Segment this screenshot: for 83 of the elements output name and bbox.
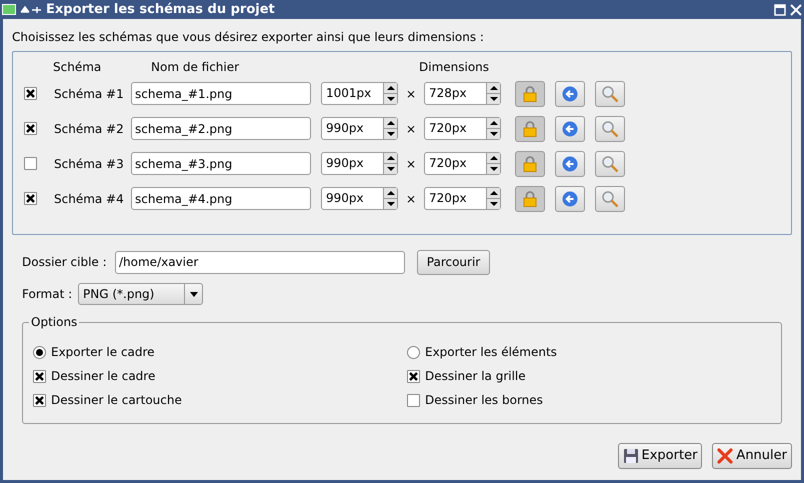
dropdown-arrow-icon [190,292,198,296]
spin-arrows-icon[interactable] [487,83,501,104]
width-spinbox[interactable]: 1001px [321,82,398,105]
lock-button[interactable] [515,80,545,106]
spin-arrows-icon[interactable] [487,153,501,174]
folder-field[interactable]: /home/xavier [115,250,405,274]
spin-arrows-icon[interactable] [384,188,398,209]
spin-arrows-icon[interactable] [384,83,398,104]
filename-field[interactable]: schema_#1.png [131,82,311,105]
reset-button[interactable] [555,186,585,212]
preview-button[interactable] [595,150,625,176]
magnifier-icon [601,154,619,172]
cancel-button[interactable]: Annuler [712,443,792,469]
padlock-icon [523,156,537,172]
schema-label: Schéma #1 [54,86,125,102]
reset-button[interactable] [555,116,585,142]
options-title: Options [29,314,80,330]
radio-button[interactable] [33,346,46,358]
option-label: Dessiner les bornes [425,392,543,409]
cross-icon [717,448,734,464]
height-spinbox[interactable]: 720px [424,187,501,210]
reset-button[interactable] [555,80,585,106]
spin-arrows-icon[interactable] [487,118,501,139]
option-label: Dessiner le cartouche [51,392,182,409]
option-label: Exporter le cadre [51,344,155,361]
preview-button[interactable] [595,80,625,106]
filename-field[interactable]: schema_#3.png [131,152,311,175]
export-button[interactable]: Exporter [618,443,702,469]
checkbox[interactable] [24,87,37,100]
folder-label: Dossier cible : [22,254,108,271]
checkbox[interactable] [407,394,420,406]
instruction-text: Choisissez les schémas que vous désirez exporter ainsi que leurs dimensions : [12,29,485,46]
padlock-icon [523,190,537,206]
height-spinbox[interactable]: 720px [424,152,501,175]
checkbox[interactable] [24,122,37,135]
height-spinbox[interactable]: 728px [424,82,501,105]
app-icon [2,4,16,15]
times-sign: × [404,86,418,102]
filename-field[interactable]: schema_#4.png [131,187,311,210]
close-icon[interactable] [790,4,802,16]
width-spinbox[interactable]: 990px [321,117,398,140]
checkbox[interactable] [33,370,46,382]
option-label: Dessiner la grille [425,368,526,385]
pin-icon [20,6,42,14]
filename-field[interactable]: schema_#2.png [131,117,311,140]
spin-arrows-icon[interactable] [384,118,398,139]
times-sign: × [404,156,418,172]
option-label: Dessiner le cadre [51,368,156,385]
height-spinbox[interactable]: 720px [424,117,501,140]
browse-button[interactable]: Parcourir [417,250,490,274]
padlock-icon [523,120,537,136]
width-spinbox[interactable]: 990px [321,152,398,175]
spin-arrows-icon[interactable] [487,188,501,209]
lock-button[interactable] [515,186,545,212]
magnifier-icon [601,190,619,208]
magnifier-icon [601,120,619,138]
format-dropdown[interactable]: PNG (*.png) [78,283,203,305]
preview-button[interactable] [595,186,625,212]
spin-arrows-icon[interactable] [384,153,398,174]
schema-label: Schéma #3 [54,156,125,172]
magnifier-icon [601,84,619,102]
checkbox[interactable] [33,394,46,406]
schema-label: Schéma #4 [54,190,125,208]
window-title: Exporter les schémas du projet [46,0,276,19]
column-header: Nom de fichier [150,59,240,76]
checkbox[interactable] [24,192,37,205]
checkbox[interactable] [24,157,37,170]
radio-button[interactable] [407,346,420,358]
reset-button[interactable] [555,150,585,176]
maximize-icon[interactable] [774,4,786,16]
times-sign: × [404,120,418,138]
lock-button[interactable] [515,150,545,176]
padlock-icon [523,86,537,102]
column-header: Schéma [52,59,102,76]
option-label: Exporter les éléments [425,344,557,361]
times-sign: × [404,190,418,208]
width-spinbox[interactable]: 990px [321,187,398,210]
schema-label: Schéma #2 [54,120,125,138]
preview-button[interactable] [595,116,625,142]
checkbox[interactable] [407,370,420,382]
format-label: Format : [22,286,74,303]
column-header: Dimensions [418,59,490,76]
lock-button[interactable] [515,116,545,142]
